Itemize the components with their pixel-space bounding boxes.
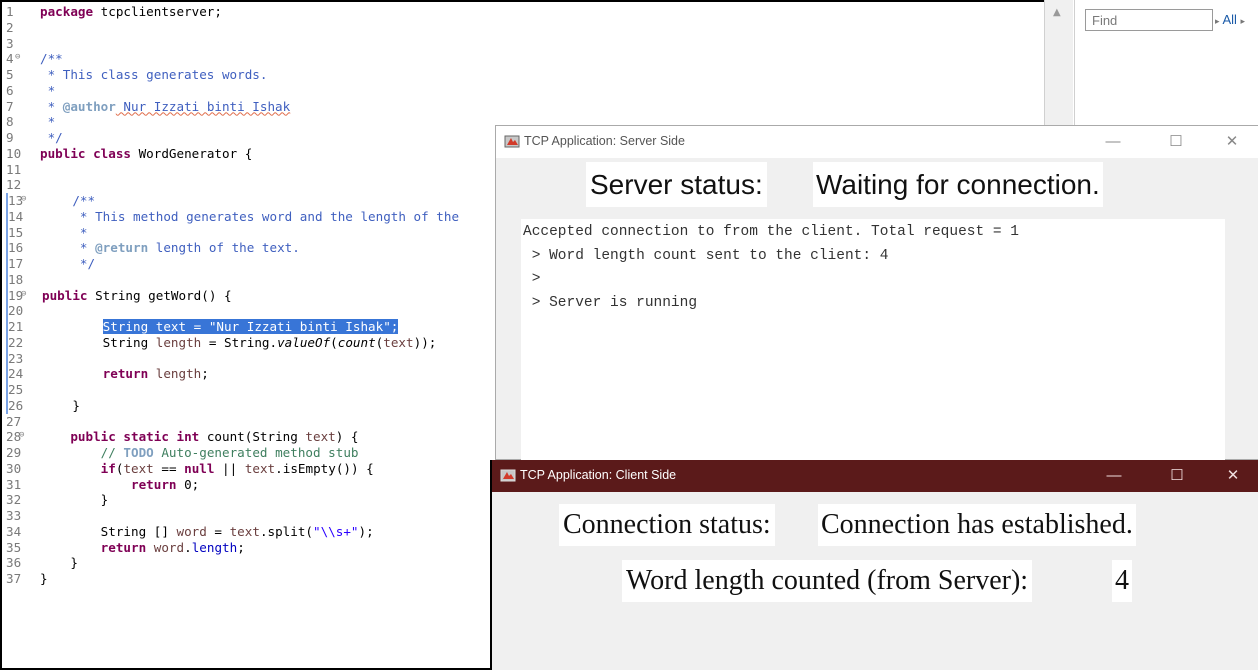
client-titlebar[interactable]: TCP Application: Client Side — ☐ ✕ (492, 460, 1258, 492)
fold-icon[interactable]: ⊖ (15, 50, 20, 66)
triangle-right-icon: ▸ (1240, 16, 1246, 26)
java-app-icon (500, 469, 516, 482)
connection-status-value: Connection has established. (818, 504, 1136, 546)
server-window[interactable]: TCP Application: Server Side — ☐ ✕ Serve… (495, 125, 1258, 461)
log-line: Accepted connection to from the client. … (523, 224, 1019, 240)
client-window[interactable]: TCP Application: Client Side — ☐ ✕ Conne… (490, 460, 1258, 670)
code-text[interactable]: 1 package tcpclientserver; 2 3 4 ⊖/** 5 * … (6, 4, 459, 587)
word-length-value: 4 (1112, 560, 1132, 602)
server-titlebar[interactable]: TCP Application: Server Side — ☐ ✕ (496, 126, 1258, 158)
maximize-icon[interactable]: ☐ (1155, 462, 1199, 490)
connection-status-label: Connection status: (559, 504, 775, 546)
line-number: 1 (6, 4, 14, 19)
scroll-up-icon[interactable]: ▲ (1053, 7, 1061, 18)
server-status-label: Server status: (586, 162, 767, 207)
word-length-label: Word length counted (from Server): (622, 560, 1033, 602)
close-icon[interactable]: ✕ (1210, 128, 1254, 156)
log-line: > Word length count sent to the client: … (523, 247, 889, 264)
log-line: > Server is running (523, 294, 698, 311)
find-input[interactable]: Find (1085, 9, 1213, 31)
client-window-title: TCP Application: Client Side (520, 468, 677, 482)
find-all-button[interactable]: ▸ All ▸ (1215, 9, 1245, 31)
server-status-value: Waiting for connection. (813, 162, 1103, 207)
minimize-icon[interactable]: — (1092, 462, 1136, 490)
server-log-area[interactable]: Accepted connection to from the client. … (521, 219, 1225, 461)
close-icon[interactable]: ✕ (1211, 462, 1255, 490)
triangle-right-icon: ▸ (1215, 16, 1220, 26)
server-window-title: TCP Application: Server Side (524, 134, 685, 148)
minimize-icon[interactable]: — (1091, 128, 1135, 156)
log-line: > (523, 271, 541, 287)
java-app-icon (504, 135, 520, 148)
selected-text[interactable]: String text = "Nur Izzati binti Ishak"; (102, 319, 399, 334)
maximize-icon[interactable]: ☐ (1154, 128, 1198, 156)
